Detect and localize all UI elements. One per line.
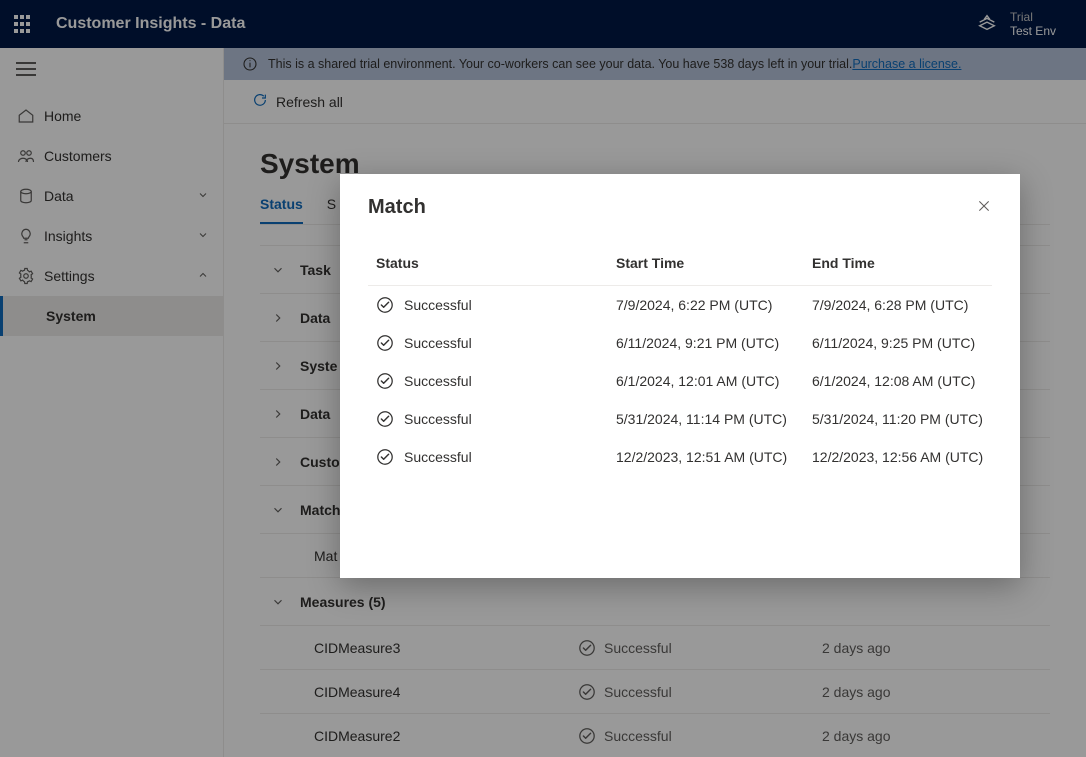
row-end: 12/2/2023, 12:56 AM (UTC) (812, 449, 984, 465)
row-status: Successful (404, 411, 472, 427)
history-row: Successful 6/11/2024, 9:21 PM (UTC)6/11/2… (368, 324, 992, 362)
history-row: Successful 6/1/2024, 12:01 AM (UTC)6/1/20… (368, 362, 992, 400)
match-history-dialog: Match Status Start Time End Time Success… (340, 174, 1020, 578)
col-end: End Time (812, 255, 984, 271)
row-status: Successful (404, 297, 472, 313)
history-row: Successful 7/9/2024, 6:22 PM (UTC)7/9/202… (368, 286, 992, 324)
row-start: 12/2/2023, 12:51 AM (UTC) (616, 449, 812, 465)
dialog-title: Match (368, 196, 426, 219)
row-end: 7/9/2024, 6:28 PM (UTC) (812, 297, 984, 313)
row-end: 6/1/2024, 12:08 AM (UTC) (812, 373, 984, 389)
close-icon (976, 198, 992, 214)
success-icon (376, 334, 394, 352)
row-end: 5/31/2024, 11:20 PM (UTC) (812, 411, 984, 427)
row-status: Successful (404, 373, 472, 389)
success-icon (376, 410, 394, 428)
row-start: 6/1/2024, 12:01 AM (UTC) (616, 373, 812, 389)
success-icon (376, 448, 394, 466)
row-status: Successful (404, 449, 472, 465)
history-row: Successful 5/31/2024, 11:14 PM (UTC)5/31/… (368, 400, 992, 438)
col-status: Status (376, 255, 616, 271)
col-start: Start Time (616, 255, 812, 271)
close-button[interactable] (976, 198, 992, 217)
row-start: 5/31/2024, 11:14 PM (UTC) (616, 411, 812, 427)
success-icon (376, 296, 394, 314)
row-start: 7/9/2024, 6:22 PM (UTC) (616, 297, 812, 313)
row-start: 6/11/2024, 9:21 PM (UTC) (616, 335, 812, 351)
row-end: 6/11/2024, 9:25 PM (UTC) (812, 335, 984, 351)
success-icon (376, 372, 394, 390)
dialog-columns: Status Start Time End Time (368, 249, 992, 286)
history-row: Successful 12/2/2023, 12:51 AM (UTC)12/2/… (368, 438, 992, 476)
row-status: Successful (404, 335, 472, 351)
